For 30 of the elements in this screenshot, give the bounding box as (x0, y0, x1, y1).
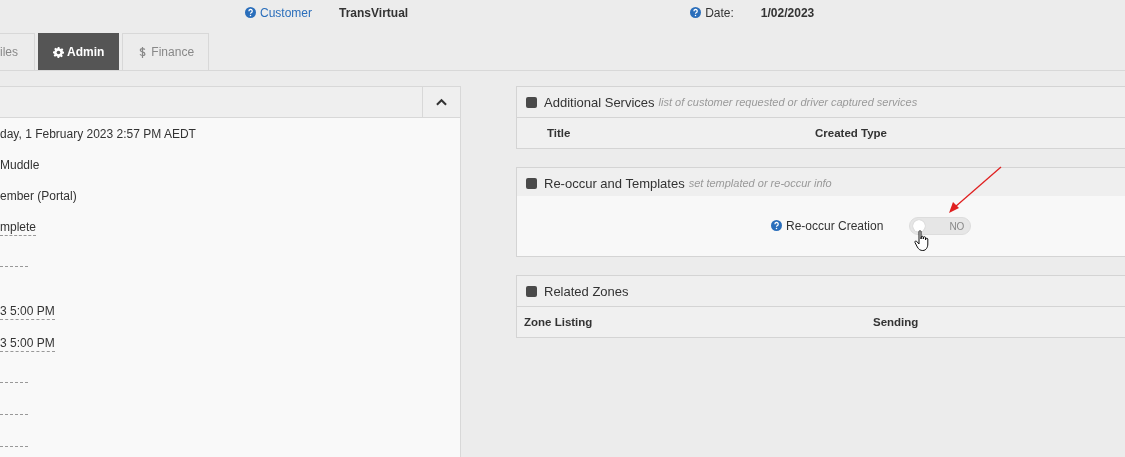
section-subtitle: set templated or re-occur info (688, 177, 832, 189)
caret-icon (436, 98, 447, 106)
section-title: Additional Services (544, 94, 655, 110)
square-icon (526, 96, 537, 108)
hand-cursor-icon (914, 230, 930, 252)
section-title: Related Zones (544, 283, 629, 299)
section-subtitle: list of customer requested or driver captured services (658, 96, 918, 108)
date-label: Date: (690, 5, 734, 20)
field-label: Re-occur Creation (771, 219, 884, 233)
column-header: Created Type (815, 127, 887, 139)
help-icon (690, 6, 702, 18)
section-title: Re-occur and Templates (544, 175, 685, 191)
customer-label[interactable]: Customer (245, 5, 312, 20)
editable-value[interactable]: 3 5:00 PM (0, 336, 55, 352)
column-header: Sending (873, 316, 919, 328)
gear-icon (53, 46, 64, 58)
help-icon (245, 6, 256, 18)
field-value: Muddle (0, 158, 40, 173)
column-header: Zone Listing (524, 316, 594, 328)
field-value: day, 1 February 2023 2:57 PM AEDT (0, 127, 196, 142)
square-icon (526, 177, 537, 189)
editable-value[interactable]: mplete (0, 220, 37, 236)
field-value: ember (Portal) (0, 189, 77, 204)
customer-value: TransVirtual (339, 5, 409, 20)
square-icon (526, 285, 537, 297)
editable-value[interactable]: 3 5:00 PM (0, 304, 55, 320)
column-header: Title (547, 127, 572, 139)
help-icon (771, 220, 782, 231)
date-value: 1/02/2023 (760, 5, 815, 20)
tab[interactable]: Admin (38, 33, 120, 70)
